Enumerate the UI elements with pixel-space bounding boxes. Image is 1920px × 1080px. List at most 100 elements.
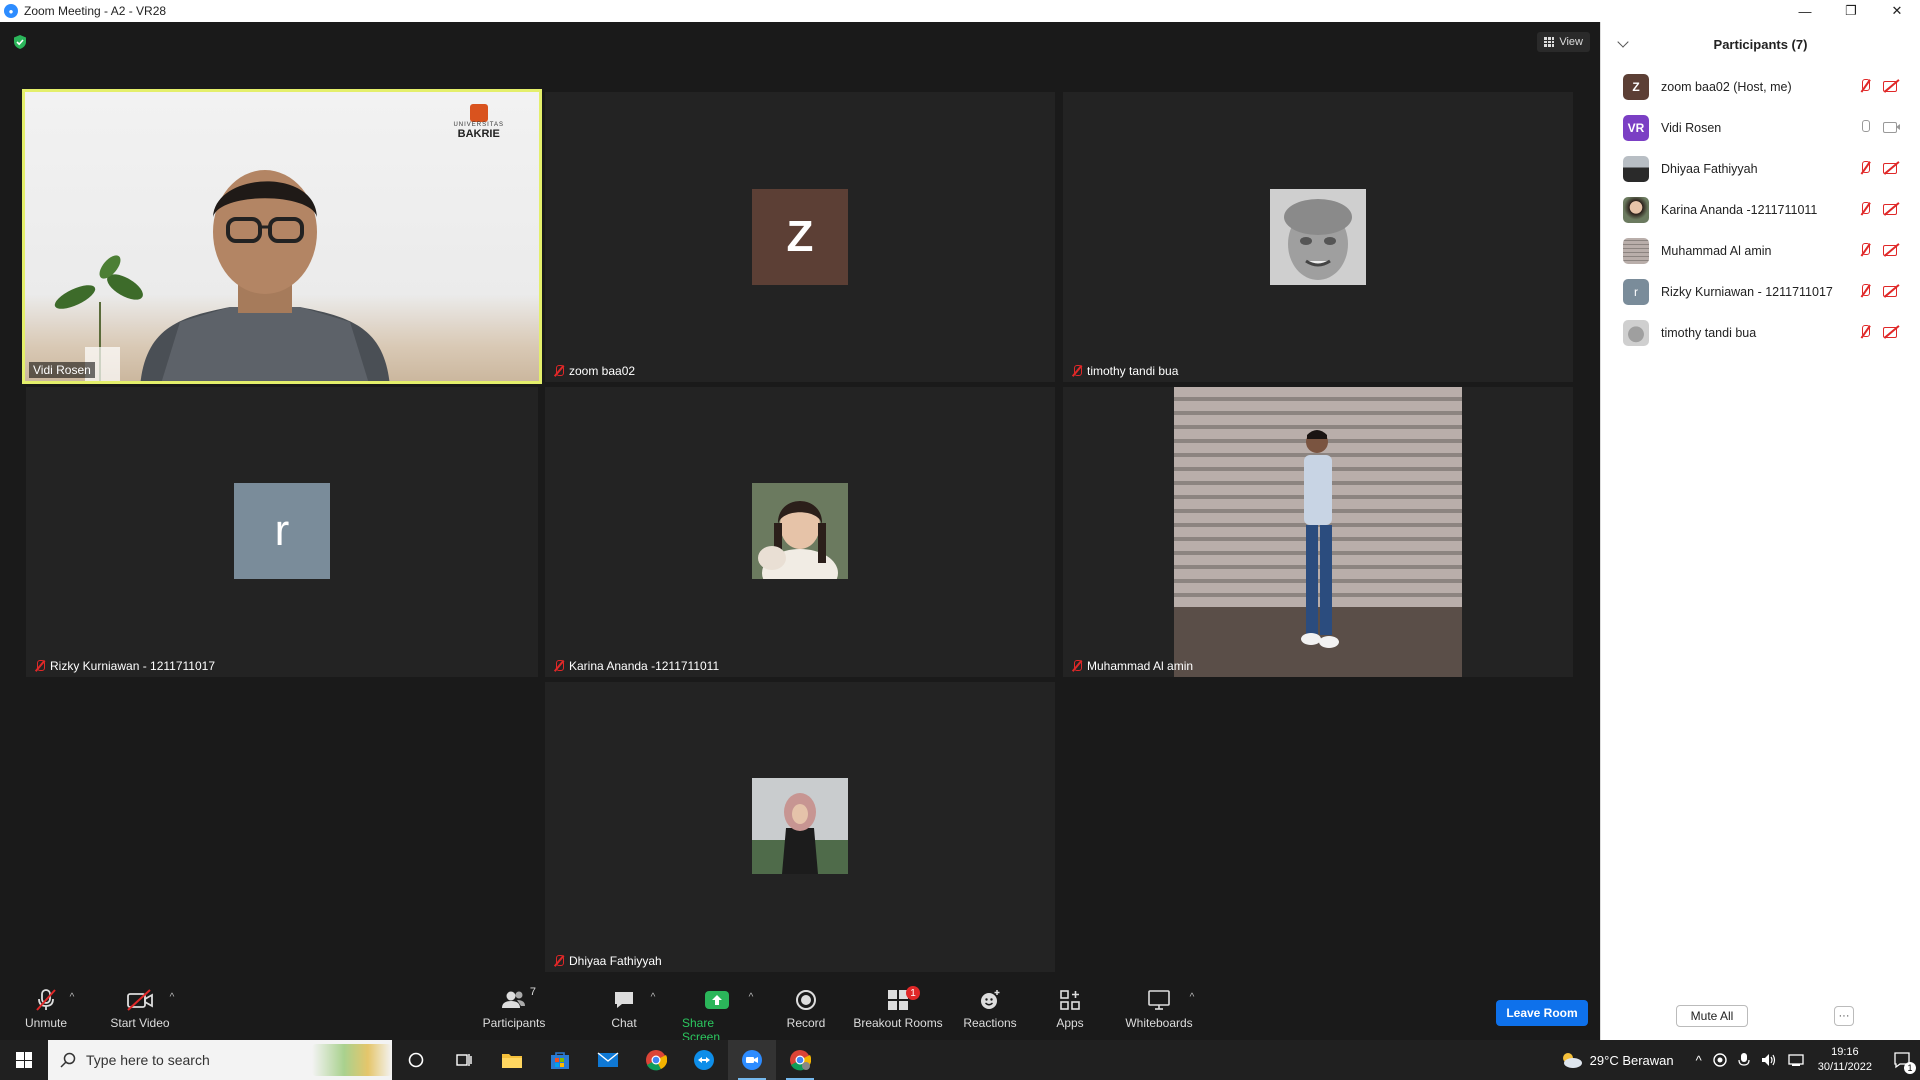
profile-photo (752, 778, 848, 874)
mic-muted-icon (553, 365, 565, 377)
mic-muted-icon[interactable] (1858, 201, 1872, 217)
taskbar-app-file-explorer[interactable] (488, 1040, 536, 1080)
apps-button[interactable]: Apps (1055, 988, 1085, 1030)
mic-muted-icon[interactable] (1858, 242, 1872, 258)
window-title: Zoom Meeting - A2 - VR28 (24, 4, 167, 18)
participants-label: Participants (482, 1016, 546, 1030)
microphone-icon[interactable] (1738, 1052, 1750, 1068)
share-screen-icon (704, 988, 730, 1012)
title-bar: ● Zoom Meeting - A2 - VR28 — ❐ ✕ (0, 0, 1920, 22)
taskbar-app-mail[interactable] (584, 1040, 632, 1080)
chevron-up-icon: ^ (650, 992, 656, 1003)
mic-muted-icon (34, 660, 46, 672)
participant-avatar (1623, 237, 1649, 264)
mic-icon[interactable] (1858, 119, 1872, 135)
start-button[interactable] (0, 1040, 48, 1080)
chat-button[interactable]: Chat (609, 988, 639, 1030)
video-icon[interactable] (1882, 119, 1900, 135)
participant-name: zoom baa02 (Host, me) (1661, 79, 1792, 94)
record-button[interactable]: Record (786, 988, 826, 1030)
taskbar-app-store[interactable] (536, 1040, 584, 1080)
participant-row[interactable]: Z zoom baa02 (Host, me) (1601, 66, 1920, 107)
cortana-button[interactable] (392, 1040, 440, 1080)
view-button[interactable]: View (1537, 32, 1590, 52)
video-tile-vidi-rosen[interactable]: UNIVERSITAS BAKRIE Vidi Rosen (22, 89, 542, 384)
mic-muted-icon[interactable] (1858, 283, 1872, 299)
participant-row[interactable]: timothy tandi bua (1601, 312, 1920, 353)
taskbar-search[interactable]: Type here to search (48, 1040, 392, 1080)
search-highlight-image (312, 1044, 392, 1076)
chevron-down-icon[interactable] (1617, 36, 1629, 48)
video-tile-rizky-kurniawan[interactable]: r Rizky Kurniawan - 1211711017 (26, 387, 538, 677)
start-video-button[interactable]: Start Video (107, 988, 173, 1030)
video-off-icon[interactable] (1882, 201, 1900, 217)
taskbar-app-chrome[interactable] (632, 1040, 680, 1080)
grid-icon (1544, 37, 1555, 47)
participant-row[interactable]: r Rizky Kurniawan - 1211711017 (1601, 271, 1920, 312)
meeting-toolbar: Unmute ^ Start Video ^ 7 Participants Ch… (0, 978, 1600, 1044)
chevron-up-icon: ^ (169, 992, 175, 1003)
video-tile-muhammad-al-amin[interactable]: Muhammad Al amin (1063, 387, 1573, 677)
participant-avatar: Z (1623, 73, 1649, 100)
reactions-button[interactable]: Reactions (963, 988, 1017, 1030)
unmute-button[interactable]: Unmute (22, 988, 70, 1030)
mic-muted-icon[interactable] (1858, 78, 1872, 94)
taskbar-app-zoom[interactable] (728, 1040, 776, 1080)
video-tile-dhiyaa-fathiyyah[interactable]: Dhiyaa Fathiyyah (545, 682, 1055, 972)
clock-time: 19:16 (1831, 1046, 1859, 1058)
weather-text[interactable]: 29°C Berawan (1590, 1053, 1674, 1068)
close-button[interactable]: ✕ (1874, 0, 1920, 22)
video-off-icon (126, 988, 154, 1012)
minimize-button[interactable]: — (1782, 0, 1828, 22)
weather-cloudy-icon[interactable] (1558, 1050, 1584, 1070)
mic-muted-icon (1071, 660, 1083, 672)
task-view-button[interactable] (440, 1040, 488, 1080)
video-off-icon[interactable] (1882, 283, 1900, 299)
participant-row[interactable]: Muhammad Al amin (1601, 230, 1920, 271)
participants-button[interactable]: 7 Participants (480, 986, 548, 1030)
participant-row[interactable]: VR Vidi Rosen (1601, 107, 1920, 148)
video-off-icon[interactable] (1882, 324, 1900, 340)
participant-avatar (752, 778, 848, 874)
leave-room-button[interactable]: Leave Room (1496, 1000, 1588, 1026)
breakout-rooms-button[interactable]: 1 Breakout Rooms (853, 986, 943, 1030)
mic-muted-icon[interactable] (1858, 324, 1872, 340)
video-tile-zoom-baa02[interactable]: Z zoom baa02 (545, 92, 1055, 382)
taskbar-app-teamviewer[interactable] (680, 1040, 728, 1080)
network-icon[interactable] (1788, 1052, 1806, 1068)
video-off-icon[interactable] (1882, 78, 1900, 94)
chevron-up-icon[interactable]: ^ (1696, 1053, 1702, 1068)
mute-all-button[interactable]: Mute All (1676, 1005, 1748, 1027)
volume-icon[interactable] (1760, 1052, 1778, 1068)
participant-row[interactable]: Dhiyaa Fathiyyah (1601, 148, 1920, 189)
participant-avatar (752, 483, 848, 579)
taskbar-app-chrome-profile[interactable] (776, 1040, 824, 1080)
mic-muted-icon (553, 955, 565, 967)
restore-button[interactable]: ❐ (1828, 0, 1874, 22)
participant-avatar: VR (1623, 114, 1649, 141)
panel-header: Participants (7) (1601, 22, 1920, 66)
zoom-icon (742, 1050, 762, 1070)
university-logo: UNIVERSITAS BAKRIE (453, 104, 504, 140)
video-tile-karina-ananda[interactable]: Karina Ananda -1211711011 (545, 387, 1055, 677)
participant-name-tag: Karina Ananda -1211711011 (549, 658, 723, 674)
system-tray: 29°C Berawan ^ 19:16 30/11/2022 1 (1558, 1040, 1920, 1080)
mic-muted-icon (1071, 365, 1083, 377)
location-icon[interactable] (1712, 1052, 1728, 1068)
whiteboards-button[interactable]: Whiteboards (1125, 988, 1193, 1030)
participant-row[interactable]: Karina Ananda -1211711011 (1601, 189, 1920, 230)
share-screen-button[interactable]: Share Screen (682, 988, 752, 1044)
video-off-icon[interactable] (1882, 242, 1900, 258)
mic-muted-icon[interactable] (1858, 160, 1872, 176)
notification-center-button[interactable]: 1 (1884, 1040, 1920, 1080)
taskbar-clock[interactable]: 19:16 30/11/2022 (1818, 1045, 1872, 1075)
video-tile-timothy-tandi-bua[interactable]: timothy tandi bua (1063, 92, 1573, 382)
person-video-figure (140, 170, 390, 381)
shield-icon[interactable] (12, 34, 28, 50)
participant-name-tag: Dhiyaa Fathiyyah (549, 953, 666, 969)
store-icon (551, 1052, 569, 1069)
participant-avatar: r (1623, 278, 1649, 305)
video-off-icon[interactable] (1882, 160, 1900, 176)
breakout-rooms-label: Breakout Rooms (853, 1016, 943, 1030)
more-options-button[interactable]: ··· (1834, 1006, 1854, 1026)
